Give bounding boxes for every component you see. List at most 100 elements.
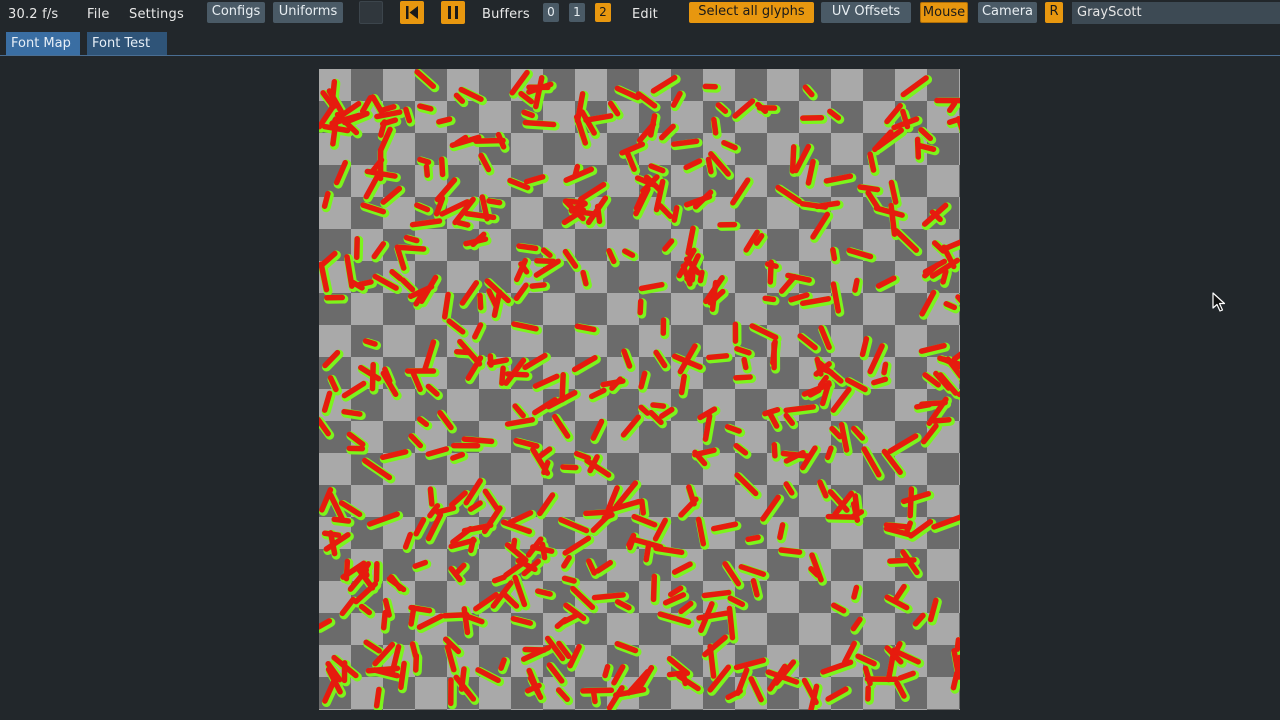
glyph-stroke — [602, 663, 611, 679]
glyph-stroke — [940, 268, 949, 285]
glyph-stroke — [491, 574, 507, 584]
glyph-stroke — [321, 123, 351, 134]
glyph-stroke — [561, 575, 577, 584]
glyph-stroke — [701, 589, 732, 599]
glyph-stroke — [671, 138, 700, 147]
tab-font-map[interactable]: Font Map — [6, 32, 80, 55]
glyph-stroke — [946, 115, 960, 126]
glyph-stroke — [857, 184, 881, 193]
fps-counter: 30.2 f/s — [8, 7, 59, 22]
glyph-stroke — [783, 404, 816, 414]
glyph-stroke — [648, 409, 664, 426]
glyph-stroke — [943, 301, 958, 311]
glyph-stroke — [572, 163, 581, 178]
glyph-stroke — [711, 116, 719, 136]
glyph-stroke — [521, 109, 536, 119]
glyph-stroke — [745, 534, 761, 543]
glyph-stroke — [403, 106, 413, 124]
glyph-stroke — [850, 501, 861, 523]
glyph-stroke — [412, 559, 429, 569]
glyph-stroke — [450, 451, 466, 461]
pause-button[interactable] — [441, 1, 465, 24]
glyph-stroke — [522, 119, 557, 128]
glyph-stroke — [851, 584, 860, 600]
select-all-glyphs-button[interactable]: Select all glyphs — [689, 2, 814, 23]
glyph-stroke — [741, 356, 749, 371]
glyph-stroke — [398, 660, 407, 691]
mouse-toggle-button[interactable]: Mouse — [920, 2, 968, 23]
camera-button[interactable]: Camera — [978, 2, 1037, 23]
glyph-stroke — [881, 361, 889, 376]
glyph-stroke — [671, 205, 680, 223]
glyph-stroke — [379, 104, 397, 113]
color-swatch-button[interactable] — [359, 1, 383, 24]
configs-button[interactable]: Configs — [207, 2, 265, 23]
glyph-stroke — [771, 442, 778, 459]
glyph-stroke — [750, 578, 760, 598]
glyph-stroke — [535, 588, 553, 597]
buffer-1-button[interactable]: 1 — [569, 3, 585, 22]
glyph-stroke — [650, 573, 658, 603]
glyph-stroke — [820, 366, 834, 376]
uv-offsets-button[interactable]: UV Offsets — [821, 2, 911, 23]
glyph-stroke — [580, 687, 615, 694]
glyph-stroke — [498, 657, 507, 671]
buffer-0-button[interactable]: 0 — [543, 3, 559, 22]
glyph-stroke — [370, 94, 385, 115]
glyph-stroke — [486, 198, 503, 206]
glyph-stroke — [434, 505, 457, 515]
glyph-stroke — [408, 605, 417, 627]
uniforms-button[interactable]: Uniforms — [273, 2, 343, 23]
glyph-stroke — [914, 401, 933, 410]
reset-button[interactable]: R — [1045, 2, 1063, 23]
glyph-stroke — [915, 142, 937, 152]
glyph-stroke — [417, 103, 434, 112]
glyph-stroke — [510, 537, 518, 552]
glyph-stroke — [638, 370, 648, 390]
glyph-stroke — [951, 351, 960, 362]
glyph-stroke — [830, 246, 838, 262]
menu-file[interactable]: File — [87, 7, 110, 22]
glyph-stroke — [580, 269, 589, 287]
glyph-stroke — [907, 486, 915, 519]
glyph-stroke — [574, 323, 597, 333]
glyph-stroke — [413, 653, 420, 673]
glyph-stroke — [707, 643, 717, 679]
glyph-stroke — [733, 374, 753, 381]
glyph-stroke — [859, 336, 870, 358]
buffer-2-button[interactable]: 2 — [595, 3, 611, 22]
glyph-stroke — [653, 349, 668, 369]
glyph-stroke — [767, 259, 774, 285]
glyph-stroke — [468, 536, 477, 554]
menu-bar: 30.2 f/s File Settings Configs Uniforms … — [0, 0, 1280, 27]
glyph-stroke — [706, 353, 730, 361]
glyph-stroke — [705, 156, 714, 175]
glyph-stroke — [778, 547, 803, 555]
glyph-stroke — [852, 277, 860, 293]
glyph-stroke — [499, 365, 506, 386]
glyph-stroke — [622, 248, 636, 258]
menu-settings[interactable]: Settings — [129, 7, 184, 22]
buffers-label: Buffers — [482, 7, 530, 22]
glyph-stroke — [734, 346, 752, 356]
skip-to-start-icon — [406, 6, 418, 19]
glyph-stroke — [417, 156, 432, 165]
glyph-stroke — [378, 119, 388, 138]
glyph-stroke — [529, 282, 547, 289]
mouse-pointer-icon — [1212, 292, 1226, 312]
glyph-stroke — [583, 509, 613, 517]
menu-edit[interactable]: Edit — [632, 7, 658, 22]
glyph-stroke — [539, 541, 548, 561]
rewind-button[interactable] — [400, 1, 424, 24]
glyph-stroke — [380, 609, 388, 631]
glyph-stroke — [601, 512, 615, 521]
glyph-stroke — [516, 243, 539, 252]
glyph-stroke — [341, 408, 363, 417]
glyph-stroke — [726, 605, 736, 641]
glyph-stroke — [400, 277, 416, 293]
tab-font-test[interactable]: Font Test — [87, 32, 167, 55]
font-map-canvas[interactable] — [319, 69, 960, 710]
glyph-stroke — [382, 597, 392, 618]
glyph-stroke — [697, 269, 705, 284]
shader-name-field[interactable]: GrayScott — [1072, 2, 1280, 24]
